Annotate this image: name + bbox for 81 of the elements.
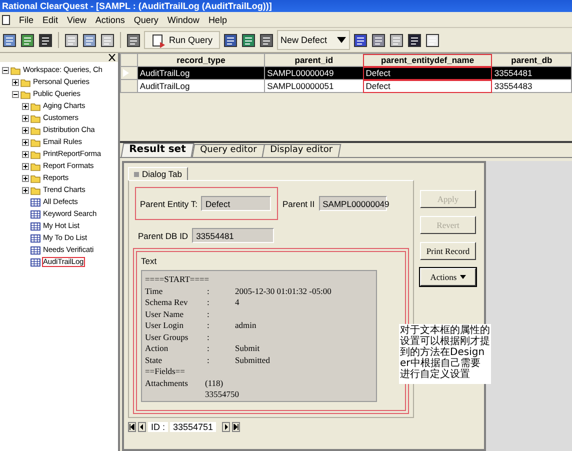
folder-icon [10, 66, 21, 74]
folder-icon [30, 114, 41, 122]
folder-icon [20, 78, 31, 86]
tab[interactable]: Display editor [262, 144, 342, 157]
folder-icon [30, 126, 41, 134]
run-query-button[interactable]: Run Query [144, 31, 220, 49]
table-cell: Defect [363, 80, 492, 92]
document-icon[interactable] [2, 14, 10, 24]
expand-icon[interactable] [22, 186, 29, 194]
previous-record-button[interactable] [138, 422, 146, 432]
tab[interactable]: Query editor [192, 144, 265, 157]
group-label: Text [141, 256, 158, 266]
column-header[interactable]: parent_entitydef_name [363, 54, 492, 66]
expand-icon[interactable] [22, 138, 29, 146]
expand-icon[interactable] [22, 114, 29, 122]
expand-icon[interactable] [22, 102, 29, 110]
menu-item[interactable]: Window [167, 14, 200, 26]
form-button[interactable]: Actions [420, 268, 476, 286]
folder-icon [20, 90, 31, 98]
folder-icon [30, 138, 41, 146]
menu-item[interactable]: Edit [42, 14, 58, 26]
field-label: Parent DB ID [138, 230, 188, 240]
grid-icon [30, 234, 41, 242]
row-pointer-icon [123, 69, 129, 77]
text-area[interactable]: ====START==== Time : 2005-12-30 01:01:32 -05:00 Schema Rev : 4 User Name : User Login : admin User Groups : Action : Submit State : Submitted ==Fields== Attachments (118) 33554750 [141, 270, 377, 402]
forward-icon [223, 424, 230, 430]
collapse-icon[interactable] [12, 90, 19, 98]
folder-icon [30, 150, 41, 158]
back-icon [139, 424, 145, 430]
text-field[interactable]: 33554481 [192, 228, 274, 243]
record-id-value: 33554751 [170, 422, 216, 432]
text-field[interactable]: Defect [201, 196, 272, 211]
expand-icon[interactable] [22, 126, 29, 134]
grid-icon [30, 246, 41, 254]
first-record-button[interactable] [128, 422, 136, 432]
field-label: Parent II [282, 198, 315, 208]
grid-icon [30, 222, 41, 230]
expand-icon[interactable] [22, 150, 29, 158]
record-id-label: ID : [148, 422, 168, 432]
grid-icon [30, 198, 41, 206]
text-field[interactable]: SAMPL00000049 [318, 196, 387, 211]
table-cell: SAMPL00000049 [264, 66, 364, 80]
square-icon [134, 172, 139, 176]
table-cell: 33554481 [492, 66, 572, 80]
folder-icon [30, 162, 41, 170]
grid-icon [30, 210, 41, 218]
table-cell: AuditTrailLog [137, 80, 265, 92]
expand-icon[interactable] [22, 162, 29, 170]
grid-icon [30, 258, 41, 266]
menu-item[interactable]: View [67, 14, 86, 26]
expand-icon[interactable] [12, 78, 19, 86]
expand-icon[interactable] [22, 174, 29, 182]
window-title: Rational ClearQuest - [SAMPL : (AuditTrailLog (AuditTrailLog))] [2, 0, 272, 12]
menu-item[interactable]: File [19, 14, 34, 26]
column-header[interactable]: parent_db [492, 54, 572, 66]
last-record-button[interactable] [232, 422, 240, 432]
folder-icon [30, 174, 41, 182]
table-cell: SAMPL00000051 [264, 80, 364, 92]
folder-icon [30, 102, 41, 110]
form-button[interactable]: Print Record [420, 242, 476, 260]
menu-item[interactable]: Actions [95, 14, 125, 26]
close-icon[interactable] [108, 54, 116, 61]
field-label: Parent Entity T: [140, 198, 198, 208]
menu-item[interactable]: Help [208, 14, 227, 26]
table-cell: 33554483 [492, 80, 572, 92]
skip-back-icon [129, 424, 135, 430]
menu-item[interactable]: Query [134, 14, 158, 26]
column-header[interactable]: parent_id [264, 54, 364, 66]
next-record-button[interactable] [222, 422, 230, 432]
table-cell: Defect [363, 66, 492, 80]
collapse-icon[interactable] [2, 66, 9, 74]
annotation-note: 对于文本框的属性的设置可以根据刚才提到的方法在Designer中根据自己需要进行自定义设置 [399, 324, 491, 384]
dialog-tab[interactable]: Dialog Tab [128, 167, 188, 180]
play-document-icon [151, 32, 166, 48]
folder-icon [30, 186, 41, 194]
new-defect-button[interactable]: New Defect [276, 30, 350, 50]
caret-icon[interactable] [337, 37, 346, 43]
column-header[interactable]: record_type [137, 54, 265, 66]
table-cell: AuditTrailLog [137, 66, 265, 80]
tab[interactable]: Result set [120, 143, 194, 157]
skip-forward-icon [233, 424, 240, 430]
